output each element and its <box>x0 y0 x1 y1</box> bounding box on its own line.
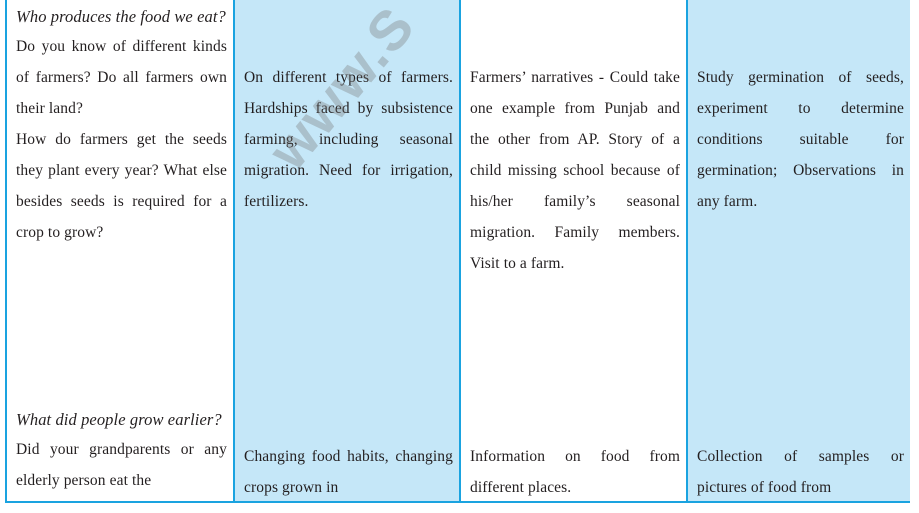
column-activities: Study germination of seeds, experiment t… <box>686 0 910 501</box>
column-questions: Who produces the food we eat? Do you kno… <box>7 0 233 501</box>
resource-paragraph: Farmers’ narratives - Could take one exa… <box>470 69 680 272</box>
questions-block-food-producers: Who produces the food we eat? Do you kno… <box>16 2 227 248</box>
question-paragraph: Did your grandparents or any elderly per… <box>16 441 227 489</box>
activity-paragraph: Study germination of seeds, experiment t… <box>697 69 904 210</box>
column-resources: Farmers’ narratives - Could take one exa… <box>459 0 686 501</box>
concepts-block-food-habits: Changing food habits, changing crops gro… <box>244 441 453 503</box>
activities-block-germination: Study germination of seeds, experiment t… <box>697 62 904 217</box>
section-heading-what-did-people-grow: What did people grow earlier? <box>16 410 222 429</box>
activity-paragraph: Collection of samples or pictures of foo… <box>697 448 904 496</box>
question-paragraph: How do farmers get the seeds they plant … <box>16 131 227 241</box>
curriculum-table: Who produces the food we eat? Do you kno… <box>5 0 910 503</box>
resources-block-food-info: Information on food from different place… <box>470 441 680 503</box>
questions-block-earlier-crops: What did people grow earlier? Did your g… <box>16 405 227 496</box>
concepts-block-farmers: On different types of farmers. Hardships… <box>244 62 453 217</box>
question-paragraph: Do you know of different kinds of farmer… <box>16 38 227 117</box>
resources-block-narratives: Farmers’ narratives - Could take one exa… <box>470 62 680 279</box>
activities-block-food-samples: Collection of samples or pictures of foo… <box>697 441 904 503</box>
section-heading-who-produces-food: Who produces the food we eat? <box>16 7 226 26</box>
resource-paragraph: Information on food from different place… <box>470 448 680 496</box>
column-key-concepts: On different types of farmers. Hardships… <box>233 0 459 501</box>
concept-paragraph: Changing food habits, changing crops gro… <box>244 448 453 496</box>
concept-paragraph: On different types of farmers. Hardships… <box>244 69 453 210</box>
